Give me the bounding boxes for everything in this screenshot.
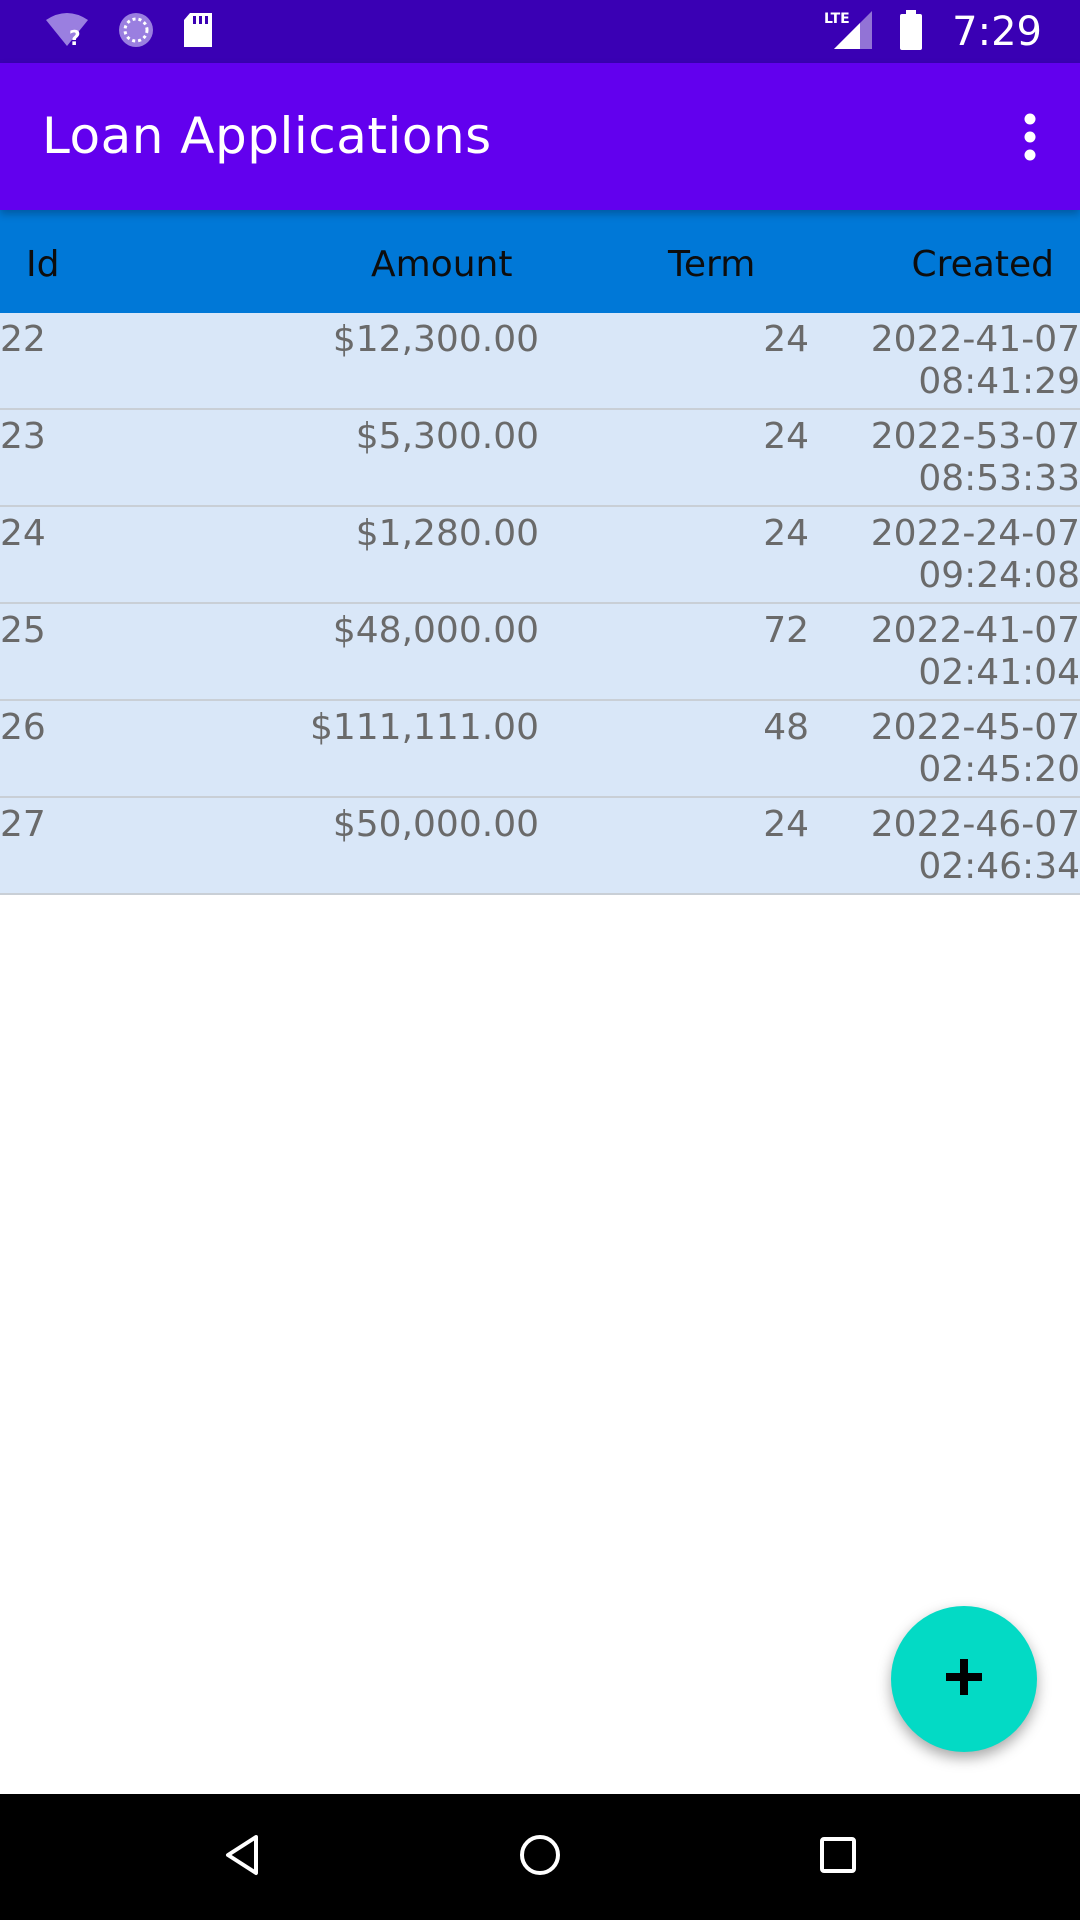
column-header-created[interactable]: Created: [912, 244, 1054, 285]
home-button[interactable]: [510, 1827, 570, 1887]
column-header-amount[interactable]: Amount: [371, 244, 512, 285]
created-time: 09:24:08: [918, 555, 1080, 596]
cell-term: 24: [763, 804, 809, 845]
cell-term: 72: [763, 610, 809, 651]
cell-created: 2022-53-07 08:53:33: [860, 416, 1080, 500]
recents-button[interactable]: [808, 1827, 868, 1887]
cell-term: 24: [763, 416, 809, 457]
signal-icon: LTE: [824, 9, 878, 55]
svg-text:?: ?: [69, 26, 81, 48]
cell-amount: $1,280.00: [355, 513, 539, 554]
cell-id: 26: [0, 707, 46, 748]
cell-amount: $12,300.00: [332, 319, 539, 360]
table-row[interactable]: 22 $12,300.00 24 2022-41-07 08:41:29: [0, 313, 1080, 410]
created-time: 02:46:34: [918, 846, 1080, 887]
status-bar: ? LTE 7:29: [0, 0, 1080, 63]
wifi-unknown-icon: ?: [44, 12, 90, 52]
created-time: 02:45:20: [918, 749, 1080, 790]
app-bar: Loan Applications: [0, 63, 1080, 210]
cell-created: 2022-41-07 08:41:29: [860, 319, 1080, 403]
network-label: LTE: [824, 11, 850, 27]
page-title: Loan Applications: [42, 107, 492, 165]
cell-created: 2022-46-07 02:46:34: [860, 804, 1080, 888]
cell-id: 25: [0, 610, 46, 651]
cell-amount: $5,300.00: [355, 416, 539, 457]
table-header: Id Amount Term Created: [0, 210, 1080, 313]
table-row[interactable]: 25 $48,000.00 72 2022-41-07 02:41:04: [0, 604, 1080, 701]
table-row[interactable]: 24 $1,280.00 24 2022-24-07 09:24:08: [0, 507, 1080, 604]
column-header-id[interactable]: Id: [26, 244, 59, 285]
created-date: 2022-41-07: [870, 319, 1080, 360]
table-row[interactable]: 23 $5,300.00 24 2022-53-07 08:53:33: [0, 410, 1080, 507]
home-icon: [518, 1833, 562, 1881]
cell-created: 2022-24-07 09:24:08: [860, 513, 1080, 597]
sd-card-icon: [182, 11, 214, 53]
created-date: 2022-46-07: [870, 804, 1080, 845]
cell-term: 24: [763, 513, 809, 554]
status-right-icons: LTE 7:29: [824, 8, 1042, 56]
more-vertical-icon: [1022, 113, 1038, 165]
recents-icon: [818, 1835, 858, 1879]
column-header-term[interactable]: Term: [668, 244, 755, 285]
back-icon: [222, 1833, 262, 1881]
created-date: 2022-24-07: [870, 513, 1080, 554]
system-nav-bar: [0, 1794, 1080, 1920]
back-button[interactable]: [212, 1827, 272, 1887]
cell-id: 27: [0, 804, 46, 845]
cell-created: 2022-45-07 02:45:20: [860, 707, 1080, 791]
cell-amount: $50,000.00: [332, 804, 539, 845]
table-row[interactable]: 27 $50,000.00 24 2022-46-07 02:46:34: [0, 798, 1080, 895]
cell-id: 24: [0, 513, 46, 554]
cell-amount: $111,111.00: [309, 707, 539, 748]
sync-icon: [116, 10, 156, 54]
cell-term: 48: [763, 707, 809, 748]
created-date: 2022-45-07: [870, 707, 1080, 748]
status-left-icons: ?: [44, 12, 214, 52]
cell-amount: $48,000.00: [332, 610, 539, 651]
battery-icon: [898, 9, 924, 55]
overflow-menu-button[interactable]: [994, 91, 1066, 187]
table-row[interactable]: 26 $111,111.00 48 2022-45-07 02:45:20: [0, 701, 1080, 798]
cell-id: 22: [0, 319, 46, 360]
cell-created: 2022-41-07 02:41:04: [860, 610, 1080, 694]
created-date: 2022-41-07: [870, 610, 1080, 651]
cell-term: 24: [763, 319, 809, 360]
created-time: 08:41:29: [918, 361, 1080, 402]
add-icon: [944, 1657, 984, 1701]
status-time: 7:29: [952, 9, 1042, 55]
table-body: 22 $12,300.00 24 2022-41-07 08:41:29 23 $…: [0, 313, 1080, 895]
add-loan-fab[interactable]: [891, 1606, 1037, 1752]
created-time: 02:41:04: [918, 652, 1080, 693]
created-date: 2022-53-07: [870, 416, 1080, 457]
cell-id: 23: [0, 416, 46, 457]
created-time: 08:53:33: [918, 458, 1080, 499]
